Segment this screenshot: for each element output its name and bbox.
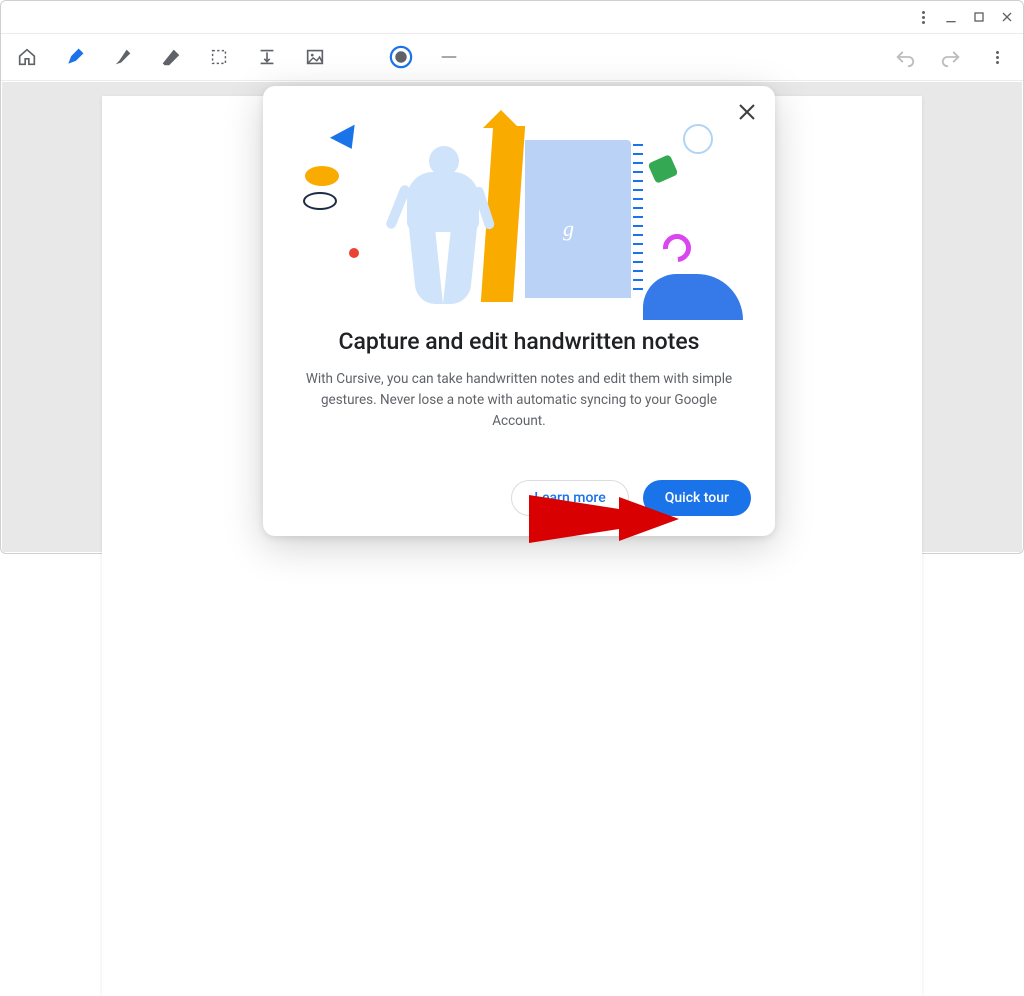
dialog-body: With Cursive, you can take handwritten n…: [305, 369, 733, 432]
app-window: g Capture and edit handwritten notes Wit…: [0, 0, 1024, 554]
learn-more-button[interactable]: Learn more: [511, 480, 628, 516]
onboarding-illustration: g: [277, 108, 761, 308]
dialog-actions: Learn more Quick tour: [277, 474, 761, 518]
dialog-scrim: g Capture and edit handwritten notes Wit…: [1, 1, 1023, 553]
quick-tour-button[interactable]: Quick tour: [643, 480, 751, 516]
dialog-title: Capture and edit handwritten notes: [287, 328, 751, 355]
onboarding-dialog: g Capture and edit handwritten notes Wit…: [263, 86, 775, 536]
